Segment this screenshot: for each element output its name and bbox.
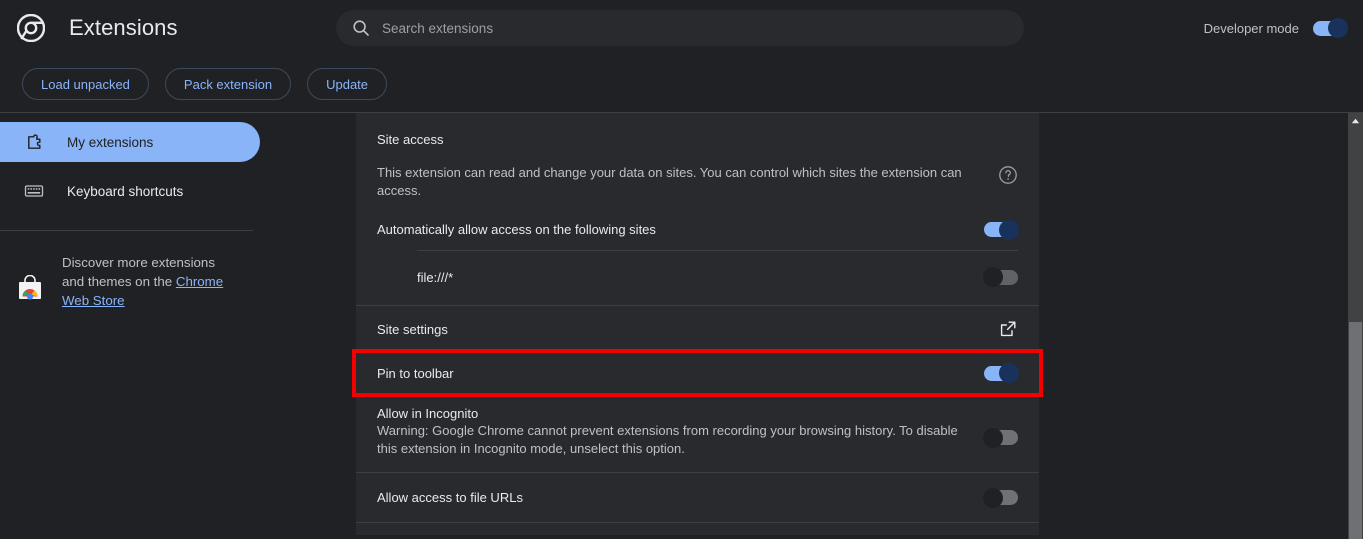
pin-to-toolbar-label: Pin to toolbar — [377, 365, 454, 381]
auto-allow-row: Automatically allow access on the follow… — [377, 219, 1019, 240]
host-row: file:///* — [377, 265, 1018, 289]
auto-allow-toggle[interactable] — [984, 219, 1019, 240]
card-bottom-spacer — [356, 523, 1039, 535]
site-access-title: Site access — [377, 132, 444, 147]
allow-file-urls-toggle[interactable] — [983, 487, 1018, 508]
keyboard-icon — [24, 181, 44, 201]
site-access-section: Site access This extension can read and … — [356, 113, 1039, 305]
extension-detail-card: Site access This extension can read and … — [352, 113, 1043, 535]
hosts-divider — [417, 250, 1018, 251]
page-scrollbar[interactable] — [1348, 113, 1363, 539]
puzzle-piece-icon — [24, 132, 44, 152]
allow-incognito-warning: Warning: Google Chrome cannot prevent ex… — [377, 423, 958, 456]
allow-incognito-row[interactable]: Allow in Incognito Warning: Google Chrom… — [356, 394, 1039, 472]
site-settings-label: Site settings — [377, 321, 448, 337]
chrome-web-store-text: Discover more extensions and themes on t… — [62, 253, 240, 310]
chrome-web-store-icon — [16, 274, 44, 303]
extensions-toolbar: Load unpacked Pack extension Update — [0, 56, 1363, 112]
search-input[interactable] — [382, 20, 1010, 36]
developer-mode-control: Developer mode — [1203, 0, 1348, 56]
help-circle-icon[interactable] — [998, 165, 1018, 185]
auto-allow-label: Automatically allow access on the follow… — [377, 222, 656, 237]
load-unpacked-button[interactable]: Load unpacked — [22, 68, 149, 100]
host-label: file:///* — [417, 269, 454, 285]
chevron-up-icon[interactable] — [1348, 113, 1363, 128]
chrome-logo-icon — [16, 13, 46, 43]
app-header: Extensions Developer mode — [0, 0, 1363, 56]
update-button[interactable]: Update — [307, 68, 388, 100]
host-toggle[interactable] — [983, 267, 1018, 287]
pin-to-toolbar-row[interactable]: Pin to toolbar — [352, 349, 1043, 397]
allow-file-urls-label: Allow access to file URLs — [377, 490, 523, 505]
allow-incognito-toggle[interactable] — [983, 427, 1018, 448]
page-title: Extensions — [69, 15, 178, 40]
site-access-description: This extension can read and change your … — [377, 165, 962, 198]
sidebar-item-my-extensions[interactable]: My extensions — [0, 122, 260, 162]
sidebar-item-keyboard-shortcuts[interactable]: Keyboard shortcuts — [0, 171, 260, 211]
developer-mode-toggle[interactable] — [1313, 18, 1348, 38]
allow-incognito-title: Allow in Incognito — [377, 406, 479, 421]
chrome-web-store-promo: Discover more extensions and themes on t… — [0, 231, 260, 310]
main-content: Site access This extension can read and … — [260, 113, 1348, 539]
allow-file-urls-row[interactable]: Allow access to file URLs — [356, 473, 1039, 522]
sidebar: My extensions Keyboard shortcuts Discove… — [0, 113, 260, 539]
search-bar[interactable] — [336, 10, 1024, 46]
developer-mode-label: Developer mode — [1203, 20, 1299, 36]
external-link-icon[interactable] — [998, 319, 1018, 339]
sidebar-item-label: My extensions — [67, 134, 154, 150]
scrollbar-thumb[interactable] — [1349, 322, 1362, 539]
pin-to-toolbar-toggle[interactable] — [984, 363, 1019, 383]
pack-extension-button[interactable]: Pack extension — [164, 68, 292, 100]
sidebar-item-label: Keyboard shortcuts — [67, 183, 184, 199]
site-settings-row[interactable]: Site settings — [356, 306, 1039, 352]
search-icon — [352, 19, 370, 37]
